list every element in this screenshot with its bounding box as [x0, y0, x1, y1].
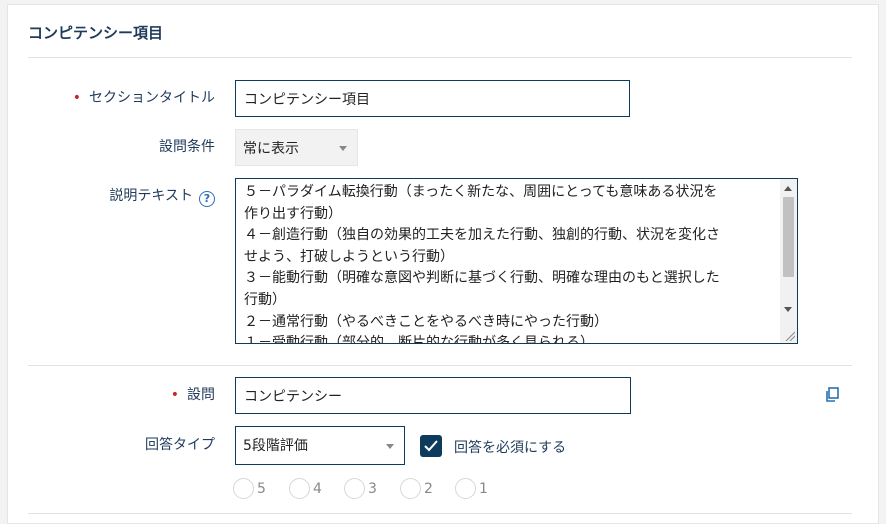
- description-line: １－受動行動（部分的、断片的な行動が多く見られる）: [244, 335, 594, 344]
- section-title-label: • セクションタイトル: [15, 87, 215, 107]
- rating-label: 2: [424, 480, 433, 497]
- answer-type-select-value: 5段階評価: [243, 438, 308, 454]
- rating-label: 3: [368, 480, 377, 497]
- condition-label: 設問条件: [159, 139, 215, 155]
- rating-radio-1[interactable]: 1: [455, 478, 488, 499]
- radio-circle[interactable]: [344, 478, 365, 499]
- description-textarea[interactable]: ５－パラダイム転換行動（まったく新たな、周囲にとっても意味ある状況を 作り出す行…: [235, 178, 798, 344]
- description-line: 行動）: [244, 291, 286, 308]
- chevron-down-icon: [386, 444, 394, 449]
- section-title-label-text: セクションタイトル: [89, 90, 215, 106]
- help-circle-icon[interactable]: ?: [199, 190, 215, 207]
- description-line: せよう、打破しようという行動）: [244, 248, 454, 265]
- condition-select-value: 常に表示: [243, 141, 299, 157]
- scrollbar-thumb[interactable]: [783, 197, 794, 277]
- section-header: コンピテンシー項目: [28, 24, 164, 42]
- divider: [28, 513, 852, 514]
- chevron-down-icon: [339, 146, 347, 151]
- required-checkbox[interactable]: [420, 435, 442, 457]
- rating-radio-2[interactable]: 2: [400, 478, 433, 499]
- rating-label: 1: [479, 480, 488, 497]
- textarea-scrollbar[interactable]: [780, 179, 797, 343]
- rating-radio-4[interactable]: 4: [289, 478, 322, 499]
- description-line: ５－パラダイム転換行動（まったく新たな、周囲にとっても意味ある状況を: [244, 184, 718, 200]
- required-marker: •: [170, 387, 179, 403]
- required-marker: •: [72, 90, 81, 106]
- description-text: ５－パラダイム転換行動（まったく新たな、周囲にとっても意味ある状況を 作り出す行…: [244, 182, 777, 344]
- description-label-text: 説明テキスト: [109, 188, 193, 204]
- section-title-input[interactable]: コンピテンシー項目: [235, 80, 630, 117]
- rating-label: 4: [313, 480, 322, 497]
- radio-circle[interactable]: [400, 478, 421, 499]
- description-line: ４－創造行動（独自の効果的工夫を加えた行動、独創的行動、状況を変化さ: [244, 227, 720, 244]
- radio-circle[interactable]: [455, 478, 476, 499]
- radio-circle[interactable]: [233, 478, 254, 499]
- divider: [28, 365, 852, 366]
- description-line: ３－能動行動（明確な意図や判断に基づく行動、明確な理由のもと選択した: [244, 270, 720, 287]
- required-checkbox-label[interactable]: 回答を必須にする: [454, 437, 566, 457]
- scroll-down-icon[interactable]: [784, 307, 792, 312]
- question-label: • 設問: [15, 384, 215, 404]
- answer-type-select[interactable]: 5段階評価: [235, 426, 405, 465]
- description-label: 説明テキスト?: [15, 185, 215, 207]
- description-line: ２－通常行動（やるべきことをやるべき時にやった行動）: [244, 313, 608, 330]
- condition-select[interactable]: 常に表示: [235, 129, 358, 166]
- divider: [28, 57, 852, 58]
- question-label-text: 設問: [187, 387, 215, 403]
- rating-radio-5[interactable]: 5: [233, 478, 266, 499]
- resize-handle-icon[interactable]: [785, 331, 795, 341]
- rating-radio-3[interactable]: 3: [344, 478, 377, 499]
- copy-icon[interactable]: [825, 387, 839, 402]
- competency-section-card: コンピテンシー項目 • セクションタイトル コンピテンシー項目 設問条件 常に表示…: [7, 4, 879, 524]
- radio-circle[interactable]: [289, 478, 310, 499]
- answer-type-label: 回答タイプ: [145, 437, 215, 453]
- question-input[interactable]: コンピテンシー: [235, 377, 631, 414]
- rating-label: 5: [257, 480, 266, 497]
- description-line: 作り出す行動）: [244, 205, 342, 222]
- check-icon: [424, 440, 438, 452]
- scroll-up-icon[interactable]: [784, 186, 792, 191]
